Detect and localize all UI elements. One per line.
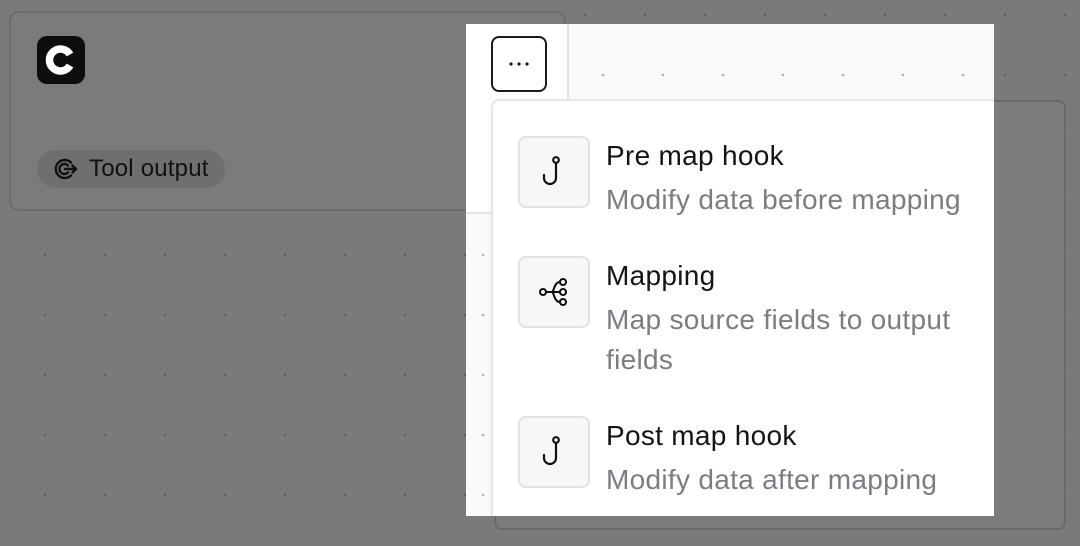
hook-icon (518, 136, 590, 208)
tool-output-chip[interactable]: Tool output (37, 150, 225, 188)
workflow-canvas: Tool output Pre map hook Modify data bef… (0, 0, 1080, 546)
menu-item-pre-map-hook[interactable]: Pre map hook Modify data before mapping (493, 101, 994, 221)
menu-item-post-map-hook[interactable]: Post map hook Modify data after mapping (493, 381, 994, 511)
ellipsis-icon (508, 61, 530, 67)
tool-output-label: Tool output (89, 155, 209, 182)
hook-icon (518, 416, 590, 488)
highlight-overlay: Pre map hook Modify data before mapping … (466, 24, 994, 516)
tool-output-icon (51, 155, 79, 183)
letter-c-logo-icon (37, 36, 85, 84)
menu-item-title: Post map hook (606, 420, 797, 451)
more-options-button[interactable] (491, 36, 547, 92)
menu-item-title: Mapping (606, 260, 716, 291)
menu-item-title: Pre map hook (606, 140, 784, 171)
menu-item-description: Map source fields to output fields (606, 304, 951, 375)
menu-item-description: Modify data after mapping (606, 464, 938, 495)
menu-item-mapping[interactable]: Mapping Map source fields to output fiel… (493, 221, 994, 381)
menu-item-description: Modify data before mapping (606, 184, 961, 215)
mapping-icon (518, 256, 590, 328)
add-step-menu: Pre map hook Modify data before mapping … (491, 99, 994, 516)
